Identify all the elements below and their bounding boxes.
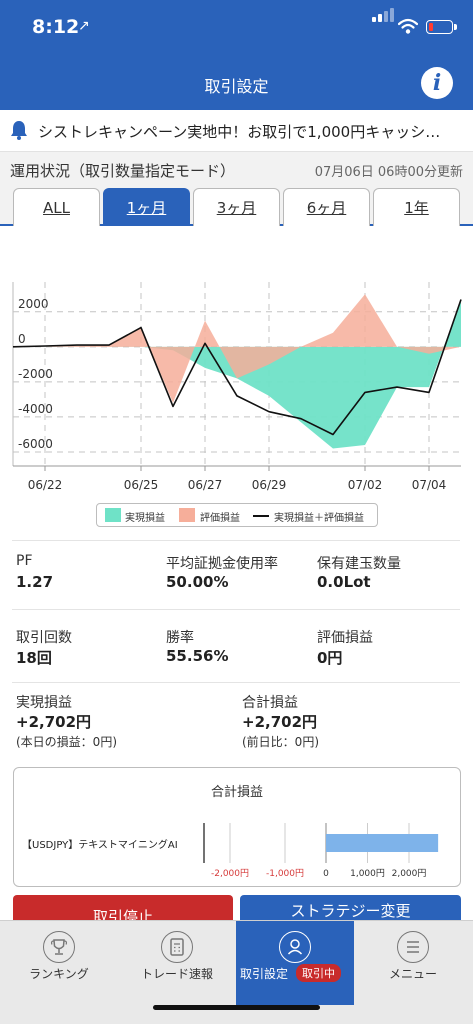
nav-menu-label: メニュー [388,967,437,981]
location-icon: ↗ [78,18,90,34]
status-label: 運用状況（取引数量指定モード） [10,162,236,180]
nav-trade-news-label: トレード速報 [140,967,213,981]
legend-swatch-total [253,515,269,517]
x-tick-label: 06/25 [124,478,159,492]
trading-badge: 取引中 [296,964,341,982]
tab-1-year[interactable]: 1年 [373,188,460,226]
win-rate-label: 勝率 [166,630,194,646]
divider [12,682,460,683]
total-pnl-bar [326,834,439,852]
total-pnl-panel: 合計損益 【USDJPY】テキストマイニングAI -2,000円 -1,000円 0 1… [13,767,461,887]
nav-ranking[interactable]: ランキング [0,921,118,1005]
legend-swatch-unrealized [179,508,195,522]
y-tick-label: -2000 [18,367,53,381]
header: 取引設定 i [0,56,473,110]
position-qty-label: 保有建玉数量 [317,556,401,572]
position-qty-value: 0.0Lot [317,573,371,591]
operation-status: 運用状況（取引数量指定モード） 07月06日 06時00分更新 [0,152,473,186]
win-rate-value: 55.56% [166,647,229,665]
chart-legend: 実現損益 評価損益 実現損益＋評価損益 [96,503,378,527]
nav-ranking-label: ランキング [29,967,89,981]
total-label: 合計損益 [242,695,298,711]
updated-time: 07月06日 06時00分更新 [314,165,463,180]
tab-all[interactable]: ALL [13,188,100,226]
campaign-ticker[interactable]: シストレキャンペーン実地中！お取引で1,000円キャッシ… [0,110,473,152]
y-tick-label: 2000 [18,297,49,311]
home-indicator [153,1005,320,1010]
user-icon [279,931,311,963]
ticker-text: シストレキャンペーン実地中！お取引で1,000円キャッシ… [38,123,441,141]
pf-value: 1.27 [16,573,54,591]
x-tick-label-negative: -1,000円 [266,868,304,879]
wifi-icon [398,18,418,34]
divider [12,609,460,610]
tab-6-months[interactable]: 6ヶ月 [283,188,370,226]
calculator-icon [161,931,193,963]
battery-icon [426,20,457,34]
total-value: +2,702円 [242,713,318,731]
menu-icon [397,931,429,963]
unrealized-label: 評価損益 [317,630,373,646]
info-button[interactable]: i [421,67,453,99]
x-tick-label: 1,000円 [350,868,385,879]
legend-label-total: 実現損益＋評価損益 [274,513,364,524]
legend-swatch-realized [105,508,121,522]
status-time: 8:12 [32,16,80,38]
margin-rate-label: 平均証拠金使用率 [166,556,278,572]
trade-count-value: 18回 [16,649,52,667]
period-tabs: ALL 1ヶ月 3ヶ月 6ヶ月 1年 [0,186,473,226]
x-tick-label: 06/29 [252,478,287,492]
y-tick-label: -6000 [18,437,53,451]
page-title: 取引設定 [204,77,269,96]
nav-menu[interactable]: メニュー [354,921,472,1005]
unrealized-value: 0円 [317,649,343,667]
y-tick-label: -4000 [18,402,53,416]
nav-trade-settings-label: 取引設定 [240,967,289,981]
total-day-change: (前日比：0円) [242,735,319,749]
tab-3-months[interactable]: 3ヶ月 [193,188,280,226]
x-tick-label: 06/22 [28,478,63,492]
realized-label: 実現損益 [16,695,72,711]
strategy-label: 【USDJPY】テキストマイニングAI [22,838,178,851]
bell-icon [11,121,27,140]
x-tick-label: 06/27 [188,478,223,492]
x-tick-label: 07/02 [348,478,383,492]
x-tick-label: 2,000円 [392,868,427,879]
divider [12,540,460,541]
legend-label-unrealized: 評価損益 [200,513,240,524]
x-tick-label: 07/04 [412,478,447,492]
nav-trade-news[interactable]: トレード速報 [118,921,236,1005]
y-tick-label: 0 [18,332,26,346]
trophy-icon [43,931,75,963]
realized-today: (本日の損益：0円) [16,735,117,749]
trade-count-label: 取引回数 [16,630,72,646]
pnl-chart: 2000 0 -2000 -4000 -6000 06/22 06/25 06/27 06/29… [12,282,462,492]
x-tick-label-negative: -2,000円 [211,868,249,879]
x-tick-label: 0 [323,869,329,879]
tab-1-month[interactable]: 1ヶ月 [103,188,190,226]
pf-label: PF [16,553,33,569]
margin-rate-value: 50.00% [166,573,229,591]
legend-label-realized: 実現損益 [125,513,165,524]
nav-trade-settings[interactable]: 取引設定 取引中 [236,921,354,1005]
status-bar: 8:12 ↗ [0,0,473,56]
total-pnl-bar-chart: 【USDJPY】テキストマイニングAI -2,000円 -1,000円 0 1,000円… [22,823,439,879]
realized-value: +2,702円 [16,713,92,731]
